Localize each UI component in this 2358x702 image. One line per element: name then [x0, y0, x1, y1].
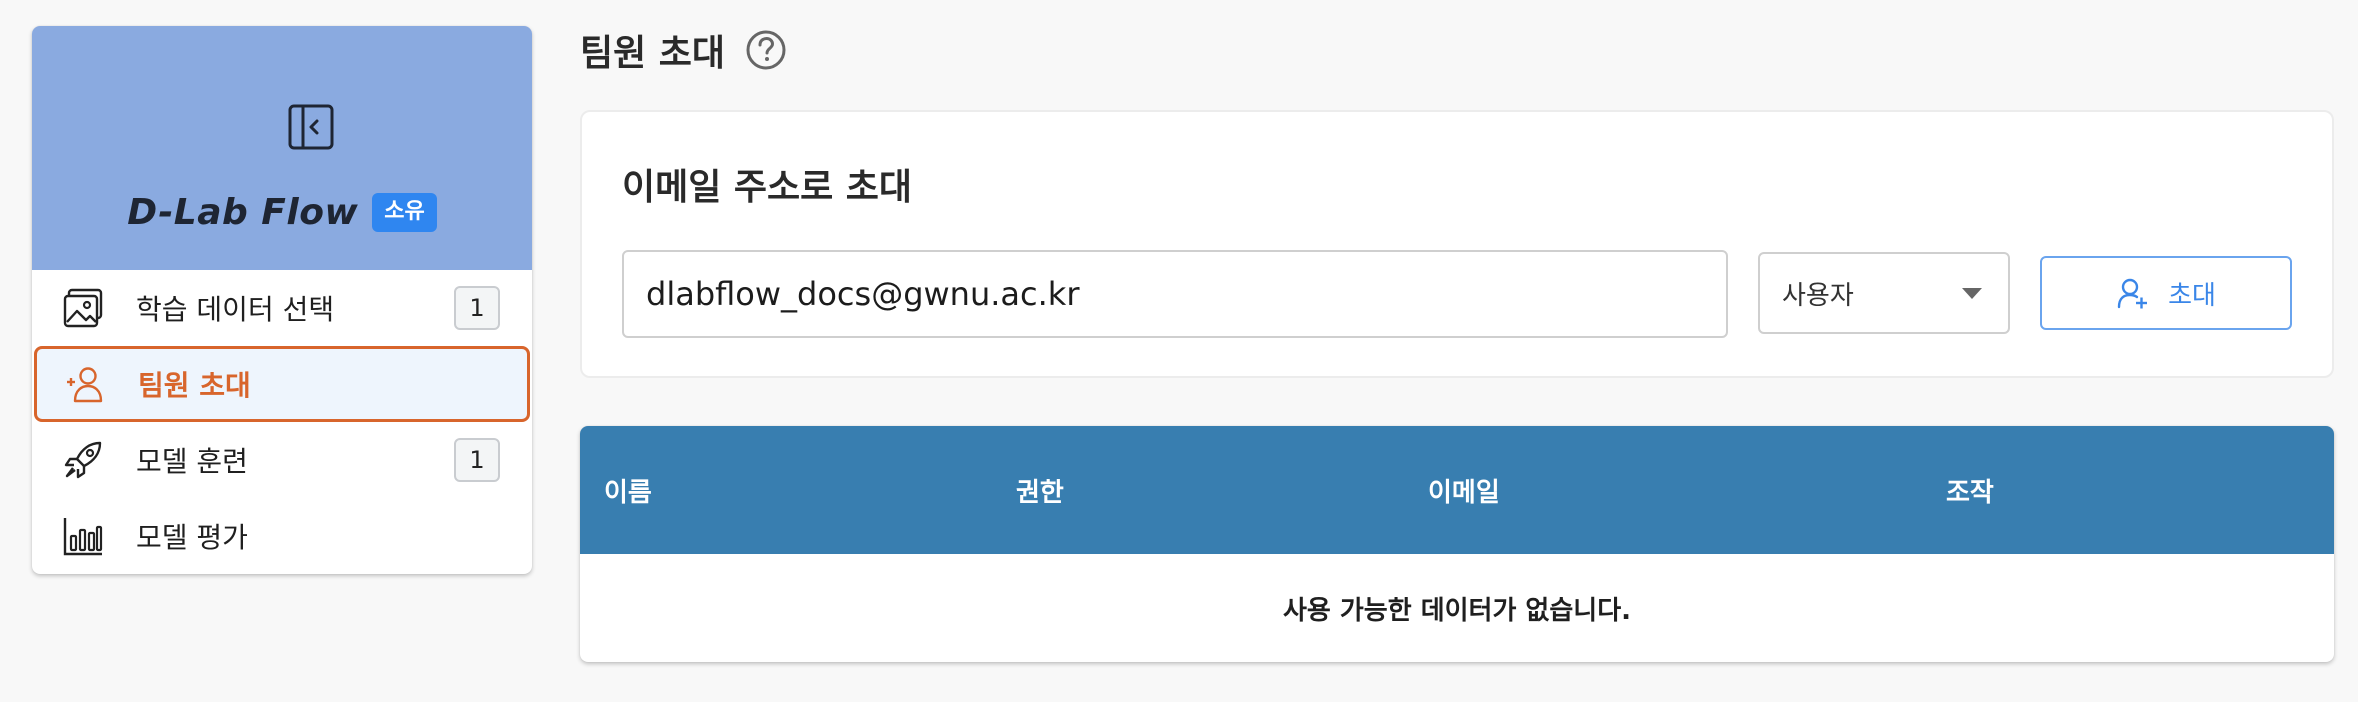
count-badge: 1 — [454, 438, 500, 482]
column-header-role[interactable]: 권한 — [1016, 472, 1064, 509]
sidebar-header: D-Lab Flow 소유 — [32, 26, 532, 270]
column-header-actions[interactable]: 조작 — [1946, 472, 1994, 509]
sidebar-item-model-training[interactable]: 모델 훈련 1 — [32, 422, 532, 498]
sidebar-item-training-data[interactable]: 학습 데이터 선택 1 — [32, 270, 532, 346]
invite-button-label: 초대 — [2168, 280, 2216, 311]
sidebar-item-model-evaluation[interactable]: 모델 평가 — [32, 498, 532, 574]
invite-heading: 이메일 주소로 초대 — [622, 167, 913, 208]
caret-down-icon — [1962, 288, 1982, 299]
sidebar-item-label: 모델 훈련 — [136, 445, 248, 478]
role-select[interactable]: 사용자 — [1758, 252, 2010, 334]
table-header: 이름 권한 이메일 조작 — [580, 426, 2334, 554]
sidebar-item-label: 팀원 초대 — [138, 369, 251, 402]
column-header-name[interactable]: 이름 — [604, 472, 652, 509]
invite-card: 이메일 주소로 초대 사용자 초대 — [580, 110, 2334, 378]
role-select-value: 사용자 — [1782, 280, 1854, 311]
help-icon[interactable] — [745, 29, 787, 71]
page-title: 팀원 초대 — [580, 33, 726, 74]
collapse-sidebar-button[interactable] — [286, 102, 336, 152]
brand-name: D-Lab Flow — [127, 192, 359, 233]
sidebar: D-Lab Flow 소유 학습 데이터 선택 1 팀원 초대 모델 훈련 1 … — [32, 26, 532, 574]
sidebar-nav: 학습 데이터 선택 1 팀원 초대 모델 훈련 1 모델 평가 — [32, 270, 532, 574]
page-header: 팀원 초대 — [580, 24, 787, 76]
invite-button[interactable]: 초대 — [2040, 256, 2292, 330]
brand: D-Lab Flow 소유 — [32, 192, 532, 233]
sidebar-collapse-icon — [288, 104, 334, 150]
email-input[interactable] — [622, 250, 1728, 338]
count-badge: 1 — [454, 286, 500, 330]
bar-chart-icon — [62, 515, 104, 557]
column-header-email[interactable]: 이메일 — [1428, 472, 1500, 509]
empty-message: 사용 가능한 데이터가 없습니다. — [1283, 595, 1631, 626]
image-gallery-icon — [62, 287, 104, 329]
owner-badge: 소유 — [372, 193, 437, 232]
rocket-icon — [62, 439, 104, 481]
add-user-icon — [2117, 278, 2148, 309]
sidebar-item-invite-members[interactable]: 팀원 초대 — [34, 346, 530, 422]
add-user-icon — [64, 363, 106, 405]
sidebar-item-label: 모델 평가 — [136, 521, 248, 554]
members-table: 이름 권한 이메일 조작 사용 가능한 데이터가 없습니다. — [580, 426, 2334, 662]
table-empty-row: 사용 가능한 데이터가 없습니다. — [580, 554, 2334, 662]
sidebar-item-label: 학습 데이터 선택 — [136, 293, 335, 326]
